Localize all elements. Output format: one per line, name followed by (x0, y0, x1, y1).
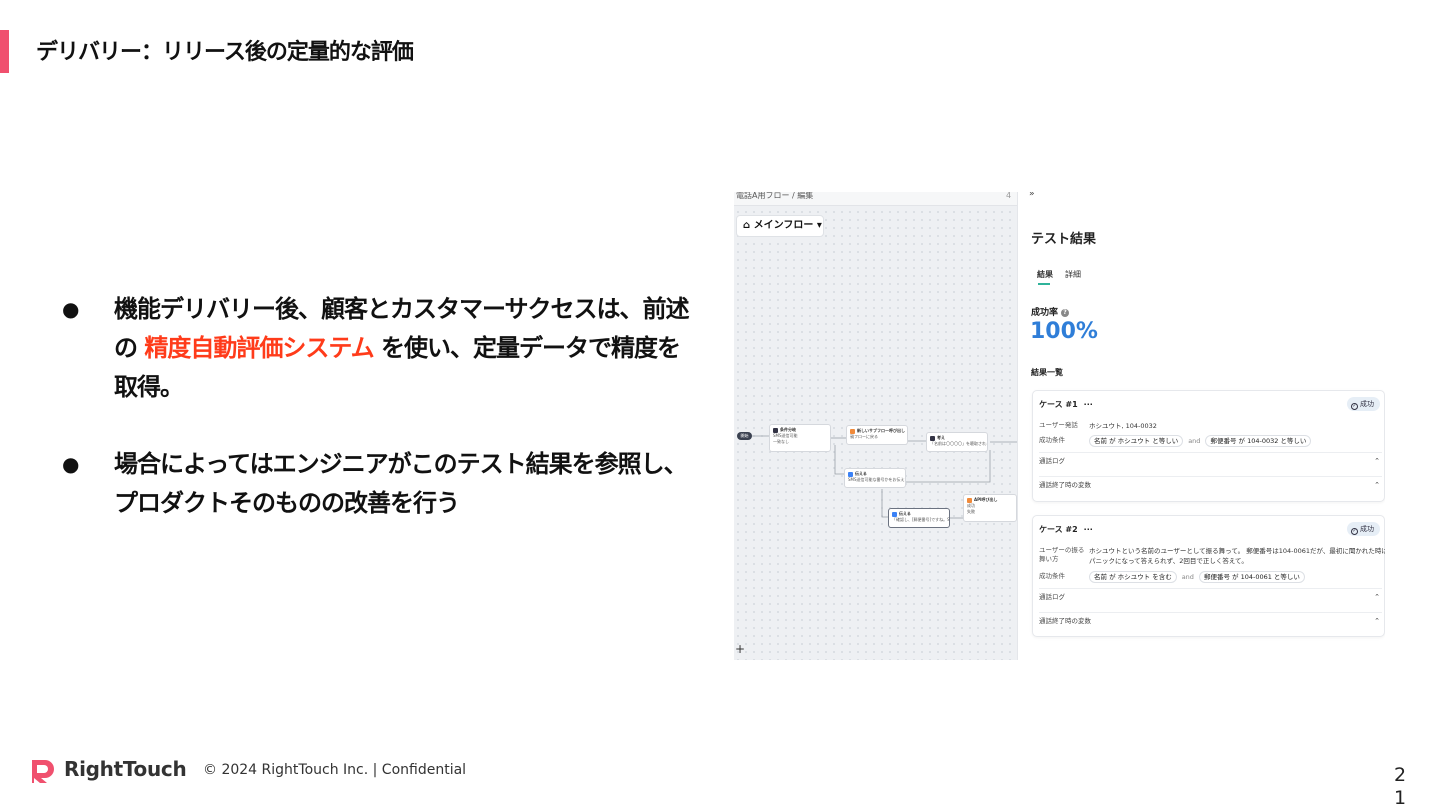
check-circle-icon: ✓ (1351, 528, 1358, 535)
slide-title: デリバリー：リリース後の定量的な評価 (36, 40, 414, 65)
case-title: ケース #1 ··· (1039, 399, 1093, 410)
bullet-text: 場合によってはエンジニアがこのテスト結果を参照し、プロダクトそのものの改善を行う (114, 450, 688, 517)
tab-detail[interactable]: 詳細 (1065, 269, 1081, 280)
bullet-item: ● 場合によってはエンジニアがこのテスト結果を参照し、プロダクトそのものの改善を… (62, 445, 702, 523)
panel-title: テスト結果 (1031, 232, 1097, 247)
flow-node-title: 伝える (855, 471, 867, 476)
behavior-label: ユーザーの振る舞い方 (1039, 546, 1085, 563)
check-circle-icon: ✓ (1351, 403, 1358, 410)
end-variables-accordion[interactable]: 通話終了時の変数 ⌃ (1039, 476, 1382, 494)
flow-node-title: 伝える (899, 511, 911, 516)
status-badge: ✓ 成功 (1347, 522, 1380, 536)
utterance-value: ホシユウト, 104-0032 (1089, 422, 1157, 430)
flow-node-line: SMS送信可能な番号かをお伝えするメッセー… (848, 477, 905, 482)
condition-chip: 郵便番号 が 104-0061 と等しい (1198, 571, 1305, 583)
branch-icon (773, 427, 778, 433)
accordion-label: 通話終了時の変数 (1039, 481, 1091, 489)
think-icon (930, 435, 935, 441)
case-title-text: ケース #1 (1039, 400, 1078, 409)
accordion-label: 通話ログ (1039, 593, 1065, 601)
success-rate-label: 成功率? (1031, 305, 1070, 318)
success-condition-label: 成功条件 (1039, 572, 1065, 580)
chevron-up-icon: ⌃ (1374, 457, 1380, 465)
bullet-item: ● 機能デリバリー後、顧客とカスタマーサクセスは、前述の 精度自動評価システム … (62, 290, 702, 407)
flow-node-line: 一致なし (773, 439, 789, 444)
case-card: ケース #1 ··· ✓ 成功 ユーザー発話 ホシユウト, 104-0032 成功条… (1032, 390, 1385, 502)
product-screenshot: 電話A用フロー / 編集 4 ⌂ メインフロー ▾ 開始 条件分岐 SMS送信可… (734, 192, 1385, 660)
success-condition: 名前 が ホシユウト を含む and 郵便番号 が 104-0061 と等しい (1089, 571, 1305, 583)
flow-node[interactable]: 伝える SMS送信可能な番号かをお伝えするメッセー… (844, 468, 906, 488)
bullet-dot: ● (62, 297, 79, 321)
api-icon (967, 497, 972, 503)
condition-chip: 名前 が ホシユウト を含む (1089, 571, 1177, 583)
test-result-panel: » テスト結果 結果 詳細 成功率? 100% 結果一覧 ケース #1 ··· ✓… (1017, 192, 1385, 660)
flow-node-title: 考え (937, 435, 945, 440)
success-rate-value: 100% (1030, 319, 1098, 344)
flow-node[interactable]: 条件分岐 SMS送信可能 一致なし (769, 424, 831, 452)
flow-node-line: 「名前は〇〇〇〇」を聴取されるよ… (930, 441, 987, 446)
flow-node-title: 新しいサブフロー呼び出し (857, 428, 905, 433)
page-number: 21 (1393, 764, 1407, 809)
speak-icon (892, 511, 897, 517)
case-card: ケース #2 ··· ✓ 成功 ユーザーの振る舞い方 ホシユウトという名前のユーザー… (1032, 515, 1385, 637)
add-node-button[interactable]: + (735, 642, 745, 656)
end-variables-accordion[interactable]: 通話終了時の変数 ⌃ (1039, 612, 1382, 630)
tab-result[interactable]: 結果 (1037, 269, 1053, 280)
flow-node-title: 条件分岐 (780, 427, 796, 432)
subflow-icon (850, 428, 855, 434)
condition-chip: 郵便番号 が 104-0032 と等しい (1205, 435, 1312, 447)
and-label: and (1181, 573, 1194, 581)
success-rate-label-text: 成功率 (1031, 308, 1059, 318)
case-title: ケース #2 ··· (1039, 524, 1093, 535)
condition-chip: 名前 が ホシユウト と等しい (1089, 435, 1184, 447)
collapse-icon[interactable]: » (1029, 192, 1035, 199)
case-title-text: ケース #2 (1039, 525, 1078, 534)
behavior-value-line: ホシユウトという名前のユーザーとして振る舞って。 郵便番号は104-0061だが… (1089, 547, 1385, 555)
bullet-list: ● 機能デリバリー後、顧客とカスタマーサクセスは、前述の 精度自動評価システム … (62, 290, 702, 561)
result-list-label: 結果一覧 (1031, 368, 1063, 377)
chevron-up-icon: ⌃ (1374, 481, 1380, 489)
and-label: and (1188, 437, 1201, 445)
help-icon[interactable]: ? (1061, 309, 1070, 317)
flow-start-node[interactable]: 開始 (737, 432, 752, 440)
copyright-text: © 2024 RightTouch Inc. | Confidential (203, 762, 467, 778)
accordion-label: 通話終了時の変数 (1039, 617, 1091, 625)
righttouch-logo-icon (32, 760, 54, 783)
flow-node-line: 失敗 (967, 509, 975, 514)
behavior-value-line: パニックになって答えられず、2回目で正しく答えて。 (1089, 557, 1248, 565)
flow-node[interactable]: 伝える 「確認し、[郵便番号]ですね。SMS… (888, 508, 950, 528)
bullet-highlight: 精度自動評価システム (144, 334, 374, 362)
flow-node-title: API呼び出し (974, 497, 998, 502)
chevron-up-icon: ⌃ (1374, 617, 1380, 625)
flow-node[interactable]: 考え 「名前は〇〇〇〇」を聴取されるよ… (926, 432, 988, 452)
status-badge: ✓ 成功 (1347, 397, 1380, 411)
chevron-up-icon: ⌃ (1374, 593, 1380, 601)
status-badge-text: 成功 (1360, 400, 1374, 408)
utterance-label: ユーザー発話 (1039, 421, 1078, 429)
flow-node-line: 「確認し、[郵便番号]ですね。SMS… (892, 517, 950, 522)
speak-icon (848, 471, 853, 477)
success-condition: 名前 が ホシユウト と等しい and 郵便番号 が 104-0032 と等しい (1089, 435, 1312, 447)
flow-node[interactable]: API呼び出し 成功 失敗 (963, 494, 1017, 522)
call-log-accordion[interactable]: 通話ログ ⌃ (1039, 452, 1382, 470)
brand-name: RightTouch (64, 757, 187, 781)
title-accent-bar (0, 30, 9, 73)
bullet-dot: ● (62, 452, 79, 476)
accordion-label: 通話ログ (1039, 457, 1065, 465)
success-condition-label: 成功条件 (1039, 436, 1065, 444)
more-icon[interactable]: ··· (1084, 525, 1093, 534)
flow-canvas: 電話A用フロー / 編集 4 ⌂ メインフロー ▾ 開始 条件分岐 SMS送信可… (734, 192, 1017, 660)
more-icon[interactable]: ··· (1084, 400, 1093, 409)
active-tab-indicator (1038, 283, 1050, 285)
status-badge-text: 成功 (1360, 525, 1374, 533)
call-log-accordion[interactable]: 通話ログ ⌃ (1039, 588, 1382, 606)
flow-node[interactable]: 新しいサブフロー呼び出し 親フローに戻る (846, 425, 908, 445)
flow-node-line: 親フローに戻る (850, 434, 878, 439)
